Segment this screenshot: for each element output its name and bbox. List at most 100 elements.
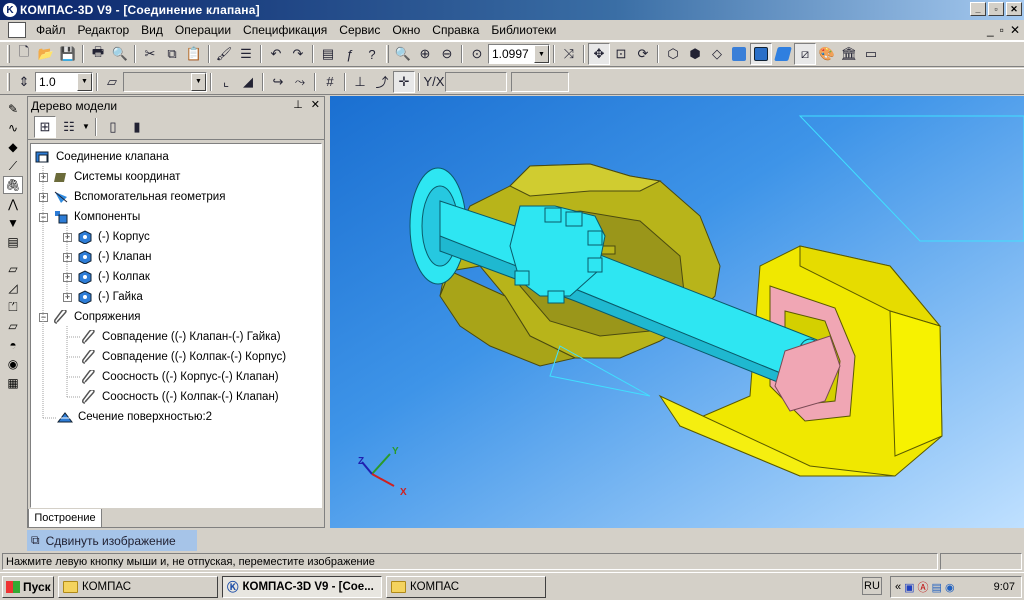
zoom-window-icon[interactable]: 🔍 bbox=[392, 43, 414, 65]
kompas-app-icon[interactable]: K bbox=[3, 3, 17, 17]
materials-icon[interactable]: 🎨 bbox=[816, 43, 838, 65]
variables-icon[interactable]: ▤ bbox=[317, 43, 339, 65]
print-preview-icon[interactable]: 🔍 bbox=[109, 43, 131, 65]
tree-item-components[interactable]: − Компоненты bbox=[39, 208, 140, 226]
section-view-icon[interactable]: ⧄ bbox=[794, 43, 816, 65]
aux-geometry-icon[interactable]: ⟋ bbox=[3, 157, 23, 175]
new-file-icon[interactable]: 🗋 bbox=[13, 43, 35, 65]
layer-combo[interactable]: ▼ bbox=[123, 71, 207, 92]
tree-item-klapan[interactable]: + (-) Клапан bbox=[63, 248, 151, 266]
zoom-scale-icon[interactable]: ⊙ bbox=[466, 43, 488, 65]
settings-tray-icon[interactable]: ◉ bbox=[945, 581, 955, 594]
start-button[interactable]: Пуск bbox=[2, 575, 54, 598]
show-all-icon[interactable]: ⊡ bbox=[610, 43, 632, 65]
perspective-icon[interactable] bbox=[772, 43, 794, 65]
doc-restore-button[interactable]: ▫ bbox=[1000, 23, 1004, 37]
hidden-thin-icon[interactable]: ◇ bbox=[706, 43, 728, 65]
local-cs-icon[interactable]: ⌞ bbox=[215, 71, 237, 93]
close-button[interactable]: ✕ bbox=[1006, 2, 1022, 16]
snap-icon[interactable]: ⤳ bbox=[289, 71, 311, 93]
orthogonal-icon[interactable]: ↪ bbox=[267, 71, 289, 93]
minimize-button[interactable]: _ bbox=[970, 2, 986, 16]
tree-item-aux-geometry[interactable]: + Вспомогательная геометрия bbox=[39, 188, 225, 206]
chevron-down-icon[interactable]: ▼ bbox=[82, 122, 90, 131]
collapse-icon[interactable]: − bbox=[39, 212, 48, 222]
menu-libraries[interactable]: Библиотеки bbox=[485, 21, 562, 39]
hidden-lines-icon[interactable]: ⬢ bbox=[684, 43, 706, 65]
zoom-out-icon[interactable]: ⊖ bbox=[436, 43, 458, 65]
model-viewport[interactable]: Y Z X bbox=[330, 96, 1024, 528]
tree-item-korpus[interactable]: + (-) Корпус bbox=[63, 228, 150, 246]
menu-view[interactable]: Вид bbox=[135, 21, 169, 39]
pin-icon[interactable]: ⊥ bbox=[293, 98, 303, 111]
cs-origin-icon[interactable]: ⊥ bbox=[349, 71, 371, 93]
help-cursor-icon[interactable]: ? bbox=[361, 43, 383, 65]
doc-close-button[interactable]: ✕ bbox=[1010, 23, 1020, 37]
copy-icon[interactable]: ⧉ bbox=[161, 43, 183, 65]
object-snap-icon[interactable]: ⤴ bbox=[371, 71, 393, 93]
cursor-step-icon[interactable]: ⇕ bbox=[13, 71, 35, 93]
expand-icon[interactable]: + bbox=[63, 232, 72, 242]
document-icon[interactable] bbox=[8, 22, 26, 38]
list-icon[interactable]: ☰ bbox=[235, 43, 257, 65]
coordinates-icon[interactable]: Y/X bbox=[423, 71, 445, 93]
wireframe-icon[interactable]: ⬡ bbox=[662, 43, 684, 65]
extrude-icon[interactable]: ⏍ bbox=[3, 298, 23, 316]
save-icon[interactable]: 💾 bbox=[57, 43, 79, 65]
antivirus-icon[interactable]: Ⓐ bbox=[918, 579, 929, 595]
redo-icon[interactable]: ↷ bbox=[287, 43, 309, 65]
spatial-curves-icon[interactable]: ∿ bbox=[3, 119, 23, 137]
orientation-icon[interactable]: ⤨ bbox=[558, 43, 580, 65]
compact-panel-icon[interactable]: ▭ bbox=[860, 43, 882, 65]
language-indicator[interactable]: RU bbox=[862, 577, 882, 595]
cut-icon[interactable]: ✂ bbox=[139, 43, 161, 65]
filter-icon[interactable]: ▼ bbox=[3, 214, 23, 232]
shaded-icon[interactable] bbox=[728, 43, 750, 65]
rotate-icon[interactable]: ⟳ bbox=[632, 43, 654, 65]
expand-icon[interactable]: + bbox=[63, 292, 72, 302]
tree-item-mate-3[interactable]: Соосность ((-) Корпус-(-) Клапан) bbox=[81, 368, 279, 386]
chevron-down-icon[interactable]: ▼ bbox=[534, 45, 549, 63]
tree-root[interactable]: Соединение клапана bbox=[35, 148, 169, 166]
properties-brush-icon[interactable]: 🖌 bbox=[213, 43, 235, 65]
doc-tree-icon[interactable]: ▯ bbox=[102, 116, 124, 138]
tree-item-gaika[interactable]: + (-) Гайка bbox=[63, 288, 143, 306]
print-icon[interactable]: 🖶 bbox=[87, 43, 109, 65]
tree-item-mate-1[interactable]: Совпадение ((-) Клапан-(-) Гайка) bbox=[81, 328, 281, 346]
plane-tool-icon[interactable]: ▱ bbox=[3, 260, 23, 278]
specification-icon[interactable]: ▤ bbox=[3, 233, 23, 251]
menu-service[interactable]: Сервис bbox=[333, 21, 386, 39]
chevron-down-icon[interactable]: ▼ bbox=[191, 72, 206, 91]
grid-icon[interactable]: # bbox=[319, 71, 341, 93]
expand-icon[interactable]: + bbox=[39, 192, 48, 202]
tab-construction[interactable]: Построение bbox=[28, 509, 102, 528]
expand-icon[interactable]: + bbox=[63, 272, 72, 282]
cut-extrude-icon[interactable]: ⏥ bbox=[3, 317, 23, 335]
shaded-edges-icon[interactable] bbox=[750, 43, 772, 65]
zoom-in-icon[interactable]: ⊕ bbox=[414, 43, 436, 65]
tree-item-mate-2[interactable]: Совпадение ((-) Колпак-(-) Корпус) bbox=[81, 348, 286, 366]
menu-operations[interactable]: Операции bbox=[169, 21, 237, 39]
task-kompas-folder-1[interactable]: КОМПАС bbox=[58, 575, 218, 598]
doc-tree-export-icon[interactable]: ▮ bbox=[126, 116, 148, 138]
toolbar-grip[interactable] bbox=[7, 72, 10, 91]
sketch-icon[interactable]: ◿ bbox=[3, 279, 23, 297]
menu-file[interactable]: Файл bbox=[30, 21, 72, 39]
menu-edit[interactable]: Редактор bbox=[72, 21, 136, 39]
menu-specification[interactable]: Спецификация bbox=[237, 21, 333, 39]
close-panel-icon[interactable]: ✕ bbox=[311, 98, 320, 111]
layer-icon[interactable]: ▱ bbox=[101, 71, 123, 93]
zoom-value-combo[interactable]: 1.0997 ▼ bbox=[488, 44, 550, 64]
function-icon[interactable]: ƒ bbox=[339, 43, 361, 65]
undo-icon[interactable]: ↶ bbox=[265, 43, 287, 65]
tree-item-section[interactable]: Сечение поверхностью:2 bbox=[57, 408, 212, 426]
app-tray-icon[interactable]: ▤ bbox=[932, 581, 942, 594]
tree-structure-icon[interactable]: ⊞ bbox=[34, 115, 56, 138]
library-manager-icon[interactable]: 🏛 bbox=[838, 43, 860, 65]
measure-icon[interactable]: ⋀ bbox=[3, 195, 23, 213]
fillet-icon[interactable]: ◓ bbox=[3, 336, 23, 354]
plane-icon[interactable]: ◢ bbox=[237, 71, 259, 93]
x-coord-field[interactable] bbox=[445, 71, 507, 92]
mates-icon[interactable]: 🖇 bbox=[3, 176, 23, 194]
collapse-icon[interactable]: − bbox=[39, 312, 48, 322]
